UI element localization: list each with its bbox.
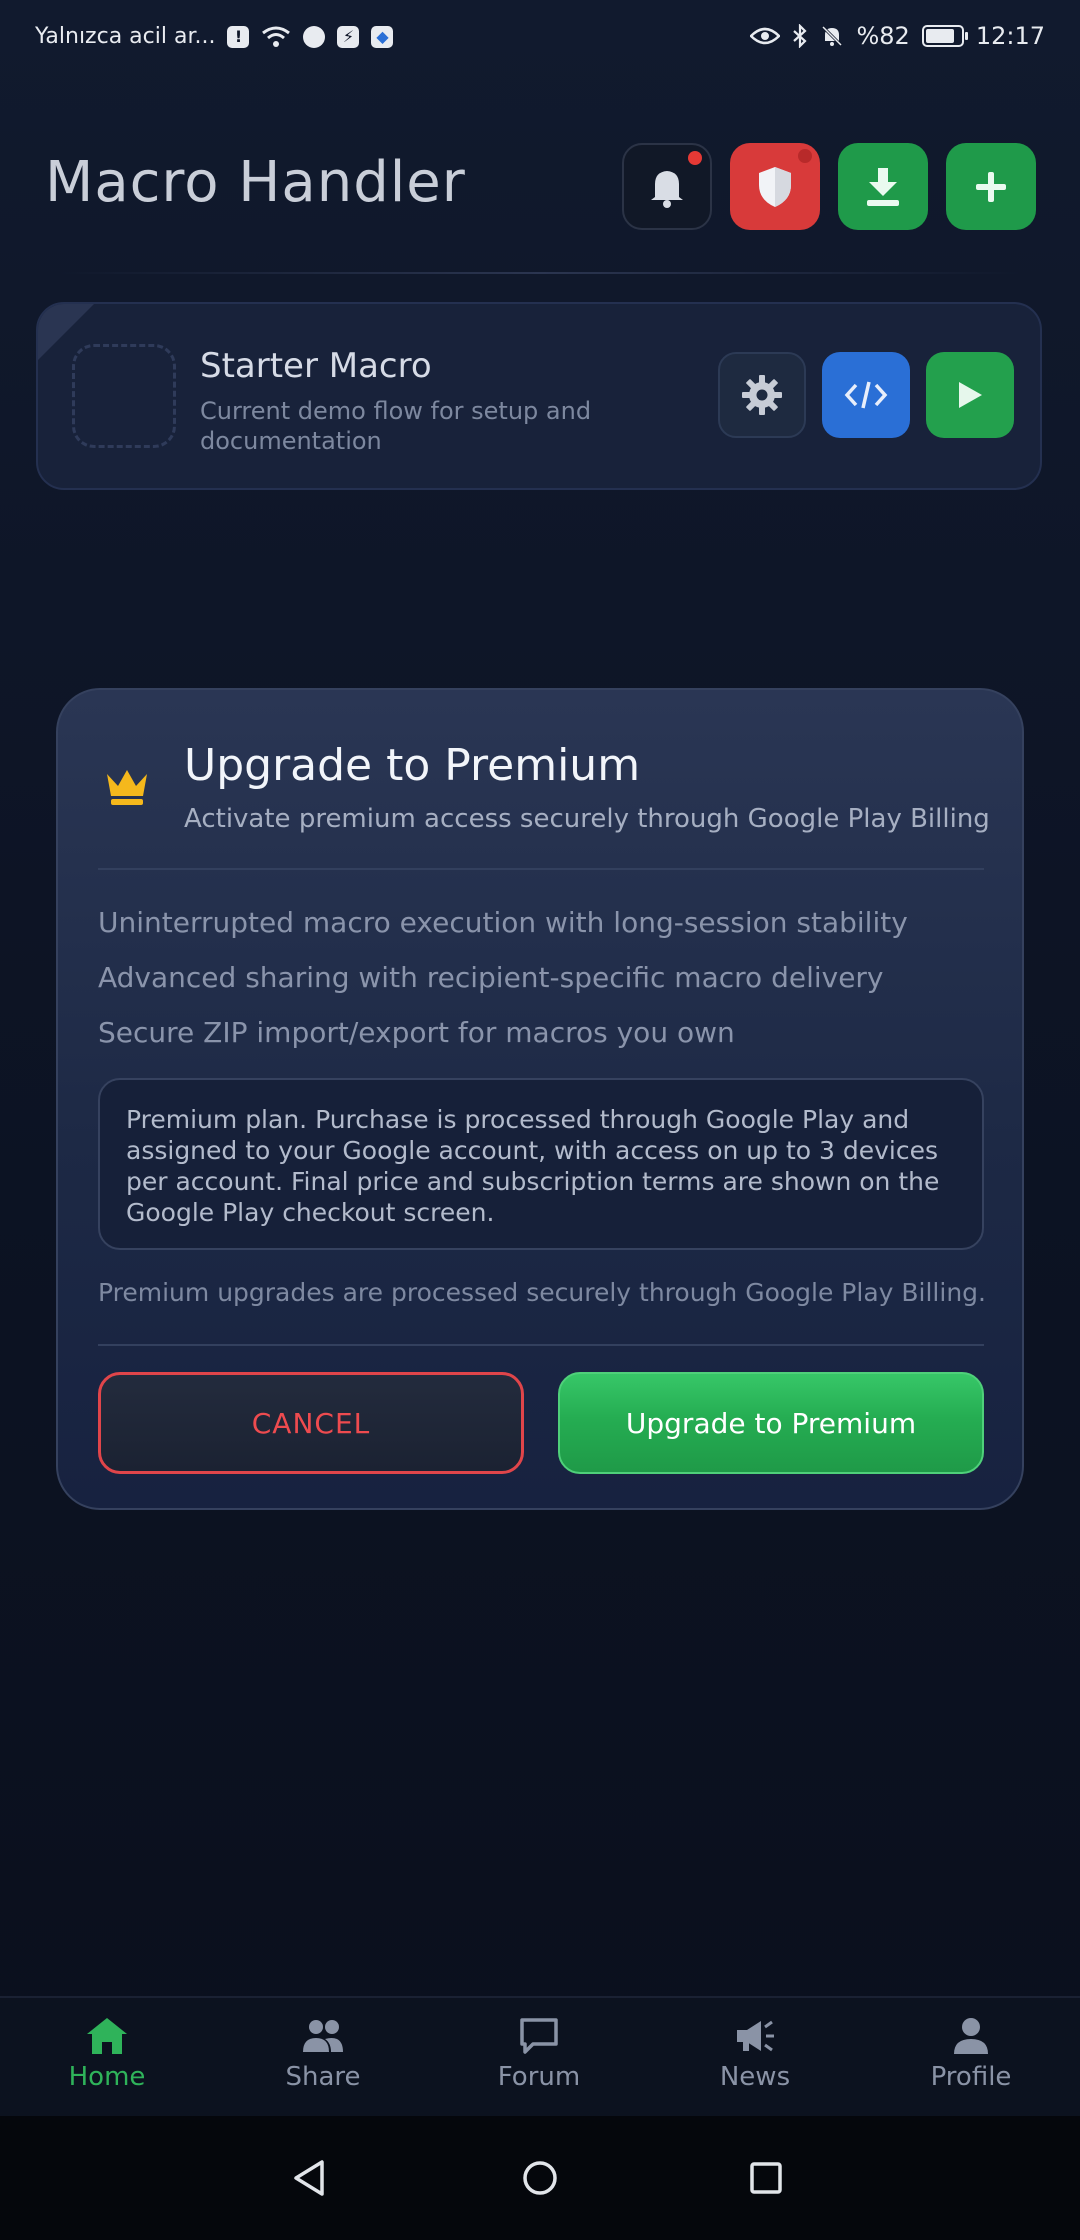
- macro-run-button[interactable]: [926, 352, 1014, 438]
- bottom-navigation: Home Share Forum News Profile: [0, 1996, 1080, 2118]
- nav-label: Profile: [930, 2062, 1012, 2092]
- dialog-divider-top: [98, 868, 984, 870]
- dialog-divider-bottom: [98, 1344, 984, 1346]
- shield-icon: [759, 166, 791, 207]
- crown-icon: [107, 770, 147, 805]
- nav-label: Forum: [497, 2062, 581, 2092]
- status-bar: Yalnızca acil ar... ! ⚡ ◆ %82 12:17: [0, 0, 1080, 80]
- nav-news[interactable]: News: [675, 2016, 835, 2092]
- battery-percent: %82: [856, 22, 910, 50]
- bluetooth-icon: [792, 24, 808, 48]
- plus-icon: [976, 171, 1006, 202]
- back-triangle-icon: [294, 2160, 324, 2196]
- add-macro-button[interactable]: [946, 143, 1036, 230]
- feature-item: Secure ZIP import/export for macros you …: [98, 1016, 735, 1049]
- plan-info-text: Premium plan. Purchase is processed thro…: [126, 1105, 940, 1227]
- macro-code-button[interactable]: [822, 352, 910, 438]
- header-divider: [60, 272, 1020, 274]
- download-icon: [867, 167, 899, 206]
- nav-label: Share: [285, 2062, 361, 2092]
- eye-icon: [750, 26, 781, 46]
- battery-icon: [921, 25, 968, 47]
- nav-label: Home: [68, 2062, 146, 2092]
- macro-thumbnail: [72, 344, 176, 448]
- download-button[interactable]: [838, 143, 928, 230]
- dialog-subtitle: Activate premium access securely through…: [184, 804, 990, 834]
- security-button[interactable]: [730, 143, 820, 230]
- vpn-shield-icon: ◆: [371, 25, 394, 48]
- home-icon: [87, 2018, 127, 2054]
- nav-profile[interactable]: Profile: [891, 2016, 1051, 2092]
- status-left: Yalnızca acil ar... ! ⚡ ◆: [35, 24, 394, 49]
- macro-description: Current demo flow for setup and document…: [200, 397, 592, 455]
- system-navigation-bar: [0, 2116, 1080, 2240]
- status-right: %82 12:17: [750, 22, 1045, 50]
- chat-icon: [520, 2018, 558, 2054]
- mute-bell-icon: [820, 24, 844, 48]
- security-badge: [798, 149, 812, 163]
- person-icon: [954, 2018, 988, 2054]
- carrier-text: Yalnızca acil ar...: [35, 24, 216, 49]
- cancel-button[interactable]: CANCEL: [98, 1372, 524, 1474]
- macro-name: Starter Macro: [200, 346, 432, 386]
- macro-card[interactable]: Starter Macro Current demo flow for setu…: [36, 302, 1042, 490]
- macro-settings-button[interactable]: [718, 352, 806, 438]
- back-button[interactable]: [286, 2154, 334, 2202]
- android-icon: [303, 25, 326, 48]
- gear-icon: [742, 375, 782, 415]
- nav-forum[interactable]: Forum: [459, 2016, 619, 2092]
- wifi-icon: [261, 25, 291, 49]
- code-icon: [844, 381, 888, 409]
- play-icon: [959, 382, 982, 408]
- notifications-button[interactable]: [622, 143, 712, 230]
- feature-item: Uninterrupted macro execution with long-…: [98, 906, 908, 939]
- dialog-title: Upgrade to Premium: [184, 740, 641, 791]
- plan-info-box: Premium plan. Purchase is processed thro…: [98, 1078, 984, 1250]
- battery-saver-icon: ⚡: [337, 25, 360, 48]
- battery-fill: [925, 29, 954, 43]
- alert-icon: !: [227, 25, 250, 48]
- nav-home[interactable]: Home: [27, 2016, 187, 2092]
- people-icon: [303, 2020, 343, 2052]
- nav-label: News: [719, 2062, 791, 2092]
- megaphone-icon: [737, 2020, 774, 2052]
- premium-dialog: Upgrade to Premium Activate premium acce…: [56, 688, 1024, 1510]
- upgrade-button[interactable]: Upgrade to Premium: [558, 1372, 984, 1474]
- bell-icon: [651, 170, 683, 208]
- home-system-button[interactable]: [516, 2154, 564, 2202]
- billing-footnote: Premium upgrades are processed securely …: [98, 1278, 986, 1307]
- notification-badge: [688, 151, 702, 165]
- feature-item: Advanced sharing with recipient-specific…: [98, 961, 884, 994]
- nav-share[interactable]: Share: [243, 2016, 403, 2092]
- app-title: Macro Handler: [45, 150, 466, 215]
- recents-button[interactable]: [742, 2154, 790, 2202]
- clock: 12:17: [975, 22, 1045, 50]
- recents-square-icon: [750, 2162, 782, 2194]
- home-circle-icon: [523, 2161, 557, 2195]
